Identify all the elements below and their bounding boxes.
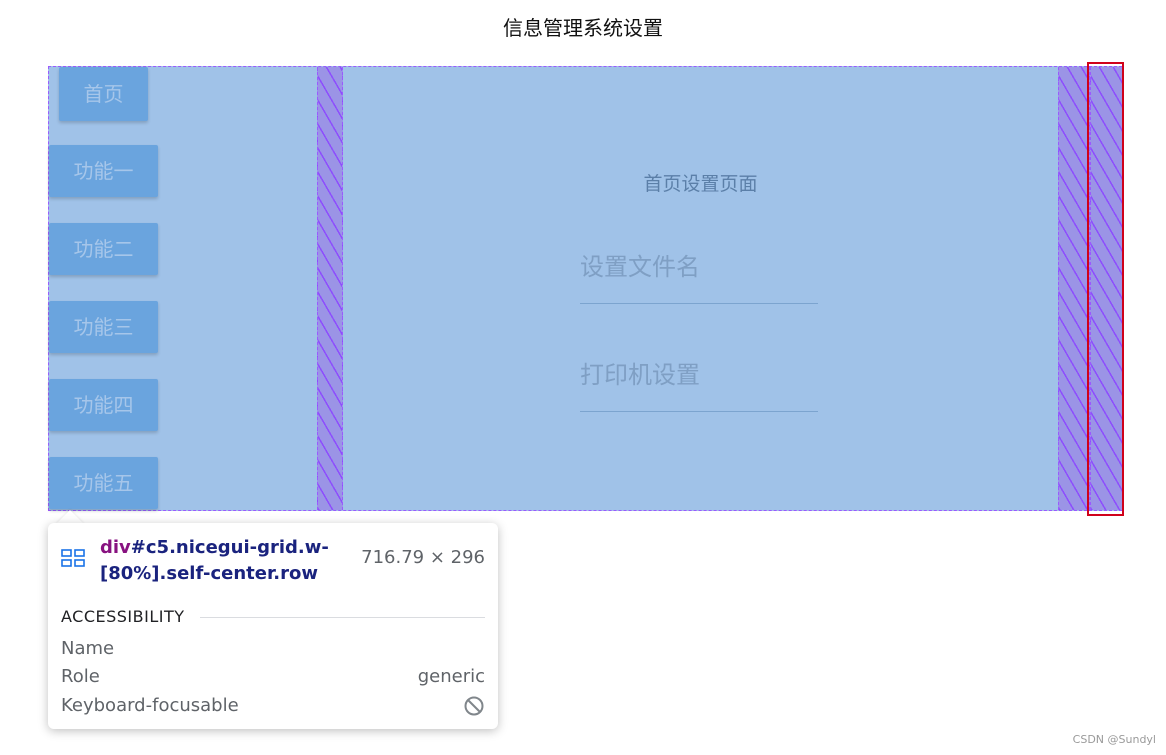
settings-panel: 首页设置页面 设置文件名 打印机设置 (343, 67, 1058, 510)
nav-button-feature-5[interactable]: 功能五 (49, 457, 158, 509)
inspector-dimensions: 716.79 × 296 (361, 547, 485, 568)
inspector-row-focusable: Keyboard-focusable (61, 695, 485, 719)
printer-field-underline (580, 411, 818, 412)
inspector-tooltip: div#c5.nicegui-grid.w-[80%].self-center.… (48, 523, 498, 729)
nav-button-feature-3[interactable]: 功能三 (49, 301, 158, 353)
inspector-tooltip-arrow (56, 510, 84, 524)
inspector-row-key: Name (61, 638, 115, 659)
inspector-element-selector: div#c5.nicegui-grid.w-[80%].self-center.… (100, 535, 340, 587)
page-title: 信息管理系统设置 (503, 16, 663, 40)
inspector-row-role: Role generic (61, 666, 485, 690)
grid-layout-icon (61, 549, 85, 567)
filename-field[interactable]: 设置文件名 (580, 247, 818, 304)
watermark: CSDN @Sundyl (1072, 733, 1156, 746)
inspector-section-title: ACCESSIBILITY (61, 607, 185, 626)
nav-button-feature-1[interactable]: 功能一 (49, 145, 158, 197)
inspector-row-value: generic (417, 666, 485, 687)
inspector-section-divider (200, 617, 485, 618)
inspector-row-name: Name (61, 638, 485, 662)
printer-field-label: 打印机设置 (580, 361, 700, 389)
printer-field[interactable]: 打印机设置 (580, 355, 818, 412)
filename-field-label: 设置文件名 (580, 253, 700, 281)
nav-button-feature-2[interactable]: 功能二 (49, 223, 158, 275)
grid-overlay: 首页 功能一 功能二 功能三 功能四 功能五 首页设置页面 设置文件名 打印机设… (48, 66, 1123, 511)
nav-button-home[interactable]: 首页 (59, 67, 148, 121)
filename-field-underline (580, 303, 818, 304)
grid-gap-overlay (317, 67, 343, 510)
inspector-row-key: Keyboard-focusable (61, 695, 239, 716)
nav-column: 首页 功能一 功能二 功能三 功能四 功能五 (49, 67, 317, 510)
inspector-element-tag: div (100, 537, 131, 558)
selection-highlight (1087, 62, 1124, 516)
settings-heading: 首页设置页面 (643, 173, 758, 195)
inspector-row-key: Role (61, 666, 100, 687)
grid-gap-overlay (1058, 67, 1090, 510)
not-allowed-icon (464, 696, 484, 716)
nav-button-feature-4[interactable]: 功能四 (49, 379, 158, 431)
inspector-element-classes: #c5.nicegui-grid.w-[80%].self-center.row (100, 537, 329, 584)
